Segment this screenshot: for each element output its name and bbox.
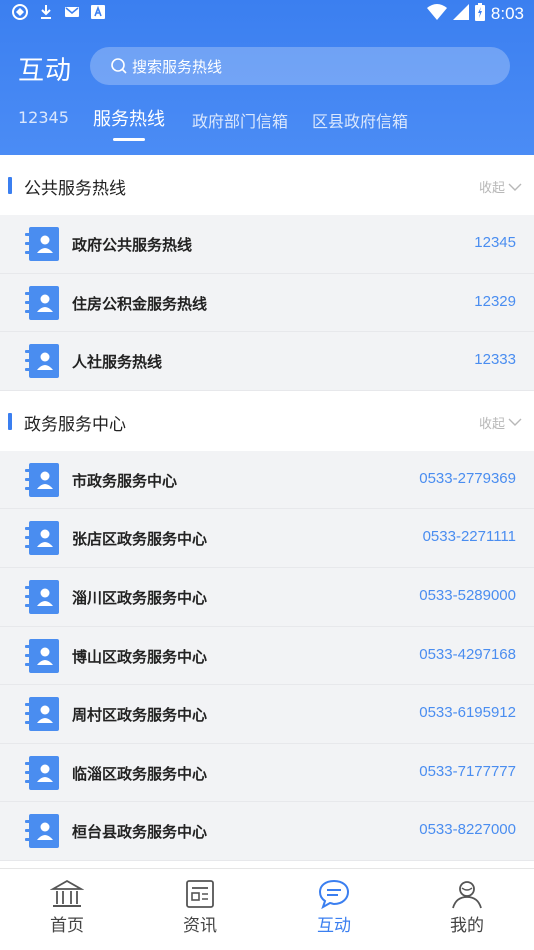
hotline-name: 临淄区政务服务中心 (72, 764, 208, 783)
collapse-label: 收起 (478, 181, 505, 196)
contact-book-icon (25, 227, 59, 261)
tab-12345[interactable]: 12345 (18, 108, 69, 127)
section-title: 政务服务中心 (24, 414, 126, 435)
nav-label: 我的 (450, 916, 484, 936)
collapse-button[interactable]: 收起 (479, 177, 522, 196)
hotline-name: 住房公积金服务热线 (72, 294, 208, 313)
hotline-phone[interactable]: 12329 (474, 293, 516, 310)
hotline-name: 张店区政务服务中心 (72, 530, 208, 549)
list-item[interactable]: 桓台县政务服务中心 0533-8227000 (0, 802, 534, 861)
signal-icon (452, 4, 469, 24)
hotline-name: 周村区政务服务中心 (72, 706, 208, 725)
section-title: 公共服务热线 (24, 179, 126, 199)
active-tab-indicator (113, 138, 145, 141)
status-time: 8:03 (490, 4, 524, 23)
home-icon (50, 879, 84, 907)
nav-label: 资讯 (183, 916, 217, 936)
search-placeholder: 搜索服务热线 (132, 57, 223, 76)
contact-book-icon (25, 285, 59, 320)
profile-icon (452, 881, 482, 909)
contact-book-icon (25, 755, 59, 790)
contact-book-icon (25, 697, 59, 732)
chat-icon (318, 879, 350, 909)
hotline-name: 桓台县政务服务中心 (72, 823, 208, 842)
hotline-name: 博山区政务服务中心 (72, 647, 208, 666)
list-item[interactable]: 政府公共服务热线 12345 (0, 215, 534, 274)
contact-book-icon (25, 344, 59, 379)
tab-department-mailbox[interactable]: 政府部门信箱 (192, 108, 288, 132)
hotline-name: 市政务服务中心 (72, 471, 178, 490)
bottom-nav: 首页 资讯 互动 我的 (0, 868, 534, 950)
mail-icon (64, 4, 80, 20)
download-icon (38, 4, 54, 20)
list-item[interactable]: 博山区政务服务中心 0533-4297168 (0, 626, 534, 686)
tab-district-mailbox[interactable]: 区县政府信箱 (312, 108, 408, 132)
contact-book-icon (25, 521, 59, 556)
list-item[interactable]: 人社服务热线 12333 (0, 332, 534, 391)
hotline-phone[interactable]: 0533-4297168 (419, 646, 516, 663)
section-header-service-center: 政务服务中心 收起 (0, 390, 534, 451)
nav-label: 首页 (50, 916, 84, 936)
contact-book-icon (25, 814, 59, 849)
list-item[interactable]: 市政务服务中心 0533-2779369 (0, 450, 534, 510)
list-item[interactable]: 周村区政务服务中心 0533-6195912 (0, 685, 534, 744)
sync-icon (12, 4, 28, 20)
hotline-phone[interactable]: 0533-6195912 (419, 704, 516, 721)
nav-home[interactable]: 首页 (27, 879, 107, 936)
hotline-name: 政府公共服务热线 (72, 236, 193, 254)
wifi-icon (426, 4, 447, 24)
list-item[interactable]: 临淄区政务服务中心 0533-7177777 (0, 743, 534, 803)
contact-book-icon (25, 638, 59, 673)
tab-bar: 12345 服务热线 政府部门信箱 区县政府信箱 (0, 108, 534, 154)
list-item[interactable]: 住房公积金服务热线 12329 (0, 273, 534, 333)
battery-icon (474, 3, 485, 25)
hotline-phone[interactable]: 12333 (474, 351, 516, 368)
hotline-phone[interactable]: 0533-2779369 (419, 470, 516, 487)
tab-service-hotline[interactable]: 服务热线 (93, 105, 165, 131)
hotline-name: 人社服务热线 (72, 353, 163, 372)
hotline-list: 公共服务热线 收起 政府公共服务热线 12345 住房公积金服务热线 12329… (0, 155, 534, 861)
status-bar: 8:03 (0, 0, 534, 30)
section-accent-bar (8, 177, 12, 194)
list-item[interactable]: 淄川区政务服务中心 0533-5289000 (0, 567, 534, 627)
list-item[interactable]: 张店区政务服务中心 0533-2271111 (0, 509, 534, 568)
contact-book-icon (25, 579, 59, 614)
page-title: 互动 (18, 56, 73, 86)
search-icon (111, 58, 127, 74)
header: 8:03 互动 搜索服务热线 12345 服务热线 政府部门信箱 区县政府信箱 (0, 0, 534, 155)
collapse-button[interactable]: 收起 (479, 413, 522, 432)
search-bar[interactable]: 搜索服务热线 (90, 47, 510, 85)
hotline-phone[interactable]: 0533-5289000 (419, 587, 516, 604)
chevron-down-icon (508, 418, 522, 427)
chevron-down-icon (508, 183, 522, 191)
nav-profile[interactable]: 我的 (427, 879, 507, 936)
hotline-name: 淄川区政务服务中心 (72, 588, 208, 607)
nav-news[interactable]: 资讯 (160, 879, 240, 936)
nav-interaction[interactable]: 互动 (294, 879, 374, 936)
hotline-phone[interactable]: 0533-2271111 (423, 528, 516, 545)
news-icon (186, 880, 214, 908)
section-accent-bar (8, 412, 12, 430)
app-a-icon (90, 4, 106, 20)
section-header-public-hotline: 公共服务热线 收起 (0, 155, 534, 215)
hotline-phone[interactable]: 0533-7177777 (419, 763, 516, 780)
collapse-label: 收起 (478, 416, 505, 432)
nav-label: 互动 (317, 916, 351, 936)
contact-book-icon (25, 462, 59, 497)
hotline-phone[interactable]: 0533-8227000 (419, 821, 516, 838)
hotline-phone[interactable]: 12345 (474, 234, 516, 251)
